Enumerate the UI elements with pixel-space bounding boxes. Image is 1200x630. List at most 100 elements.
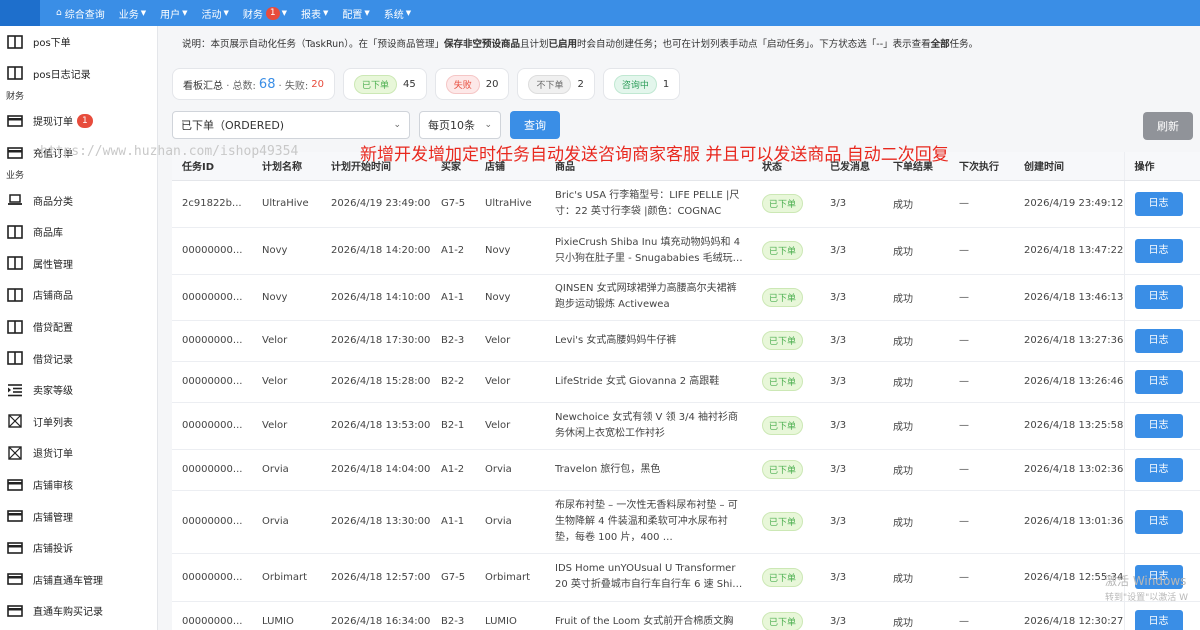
sidebar-item-label: 退货订单	[33, 449, 73, 461]
sidebar-item[interactable]: pos日志记录	[0, 58, 157, 90]
sidebar-item-label: 卖家等级	[33, 386, 73, 398]
caret-down-icon: ▼	[323, 9, 329, 17]
table-row: 2c91822b... UltraHive 2026/4/19 23:49:00 G7…	[172, 180, 1200, 228]
page-size-select[interactable]: 每页10条 ⌄	[419, 111, 501, 139]
sidebar-item[interactable]: 属性管理	[0, 248, 157, 280]
cell-created: 2026/4/19 23:49:12	[1014, 180, 1124, 228]
sidebar-item[interactable]: 退货订单	[0, 437, 157, 469]
cell-buyer: B2-3	[431, 601, 475, 630]
cell-product: Levi's 女式高腰妈妈牛仔裤	[545, 320, 752, 362]
status-count-box[interactable]: 咨询中 1	[602, 68, 681, 100]
table-row: 00000000... Orvia 2026/4/18 14:04:00 A1-2 Or…	[172, 449, 1200, 491]
stats-bar: 看板汇总 · 总数: 68 · 失败: 20 已下单 45 失败 20 不下单 2 咨询中 1	[172, 68, 688, 100]
sidebar-item[interactable]: 店铺直通车管理	[0, 564, 157, 596]
window-icon	[6, 34, 24, 49]
overlay-announcement: 新增开发增加定时任务自动发送咨询商家客服 并且可以发送商品 自动二次回复	[360, 145, 949, 165]
sidebar-item[interactable]: 商品库	[0, 216, 157, 248]
cell-start: 2026/4/18 13:30:00	[321, 490, 431, 554]
cell-next: —	[949, 449, 1014, 491]
sidebar-item[interactable]: 店铺审核	[0, 469, 157, 501]
status-select[interactable]: 已下单（ORDERED) ⌄	[172, 111, 410, 139]
cell-product: Newchoice 女式有领 V 领 3/4 袖衬衫商务休闲上衣宽松工作衬衫	[545, 402, 752, 450]
cell-product: Bric's USA 行李箱型号：LIFE PELLE |尺寸：22 英寸行李袋…	[545, 180, 752, 228]
sidebar-item[interactable]: 提现订单 1	[0, 105, 157, 137]
topnav-item-7[interactable]: 系统 ▼	[384, 6, 411, 21]
cell-plan: Novy	[252, 227, 321, 275]
cell-start: 2026/4/18 14:20:00	[321, 227, 431, 275]
cell-result: 成功	[883, 180, 949, 228]
status-count: 45	[402, 78, 416, 90]
sidebar-item[interactable]: 直通车购买记录	[0, 595, 157, 627]
cell-created: 2026/4/18 13:02:36	[1014, 449, 1124, 491]
status-count-box[interactable]: 已下单 45	[342, 68, 427, 100]
topnav-item-4[interactable]: 财务 1 ▼	[243, 6, 287, 21]
watermark-url: https://www.huzhan.com/ishop49354	[40, 144, 299, 159]
sidebar-item[interactable]: 借贷配置	[0, 311, 157, 343]
cell-id: 00000000...	[172, 227, 252, 275]
cell-result: 成功	[883, 553, 949, 602]
topnav-item-5[interactable]: 报表 ▼	[301, 6, 328, 21]
cell-buyer: A1-1	[431, 490, 475, 554]
cell-status: 已下单	[752, 274, 820, 321]
cell-next: —	[949, 402, 1014, 450]
log-button[interactable]: 日志	[1134, 457, 1183, 482]
log-button[interactable]: 日志	[1134, 328, 1183, 353]
column-header: 下次执行	[949, 152, 1014, 181]
cell-plan: Novy	[252, 274, 321, 321]
log-button[interactable]: 日志	[1134, 609, 1183, 630]
table-row: 00000000... Velor 2026/4/18 13:53:00 B2-1 Ve…	[172, 402, 1200, 450]
cell-action: 日志	[1123, 227, 1200, 275]
sidebar-item[interactable]: 借贷记录	[0, 342, 157, 374]
cell-next: —	[949, 320, 1014, 362]
topnav-label: 系统	[383, 9, 404, 21]
log-button[interactable]: 日志	[1134, 238, 1183, 263]
log-button[interactable]: 日志	[1134, 509, 1183, 534]
sidebar-item[interactable]: 店铺管理	[0, 500, 157, 532]
topnav-item-0[interactable]: ⌂ 综合查询	[56, 6, 105, 21]
window-icon	[6, 224, 24, 239]
topnav-item-6[interactable]: 配置 ▼	[342, 6, 369, 21]
cell-buyer: G7-5	[431, 553, 475, 602]
log-button[interactable]: 日志	[1134, 413, 1183, 438]
card-icon	[6, 146, 24, 160]
topnav-item-2[interactable]: 用户 ▼	[160, 6, 187, 21]
log-button[interactable]: 日志	[1134, 369, 1183, 394]
window-icon	[6, 319, 24, 334]
sidebar-item[interactable]: 店铺投诉	[0, 532, 157, 564]
cell-start: 2026/4/19 23:49:00	[321, 180, 431, 228]
table-row: 00000000... LUMIO 2026/4/18 16:34:00 B2-3 LU…	[172, 601, 1200, 630]
status-tag: 已下单	[762, 612, 804, 630]
sidebar-item[interactable]: 商品分类	[0, 184, 157, 216]
notice-bold-3: 全部	[930, 39, 950, 50]
top-navbar: ⌂ 综合查询 业务 ▼ 用户 ▼ 活动 ▼ 财务 1 ▼ 报表 ▼ 配置 ▼ 系统 ▼	[0, 0, 1200, 26]
sidebar-group-label: 财务	[6, 92, 25, 103]
cell-product: QINSEN 女式网球裙弹力高腰高尔夫裙裤跑步运动锻炼 Activewea	[545, 274, 752, 321]
refresh-button[interactable]: 刷新	[1143, 112, 1193, 140]
cell-start: 2026/4/18 14:10:00	[321, 274, 431, 321]
sidebar-item[interactable]: 店铺商品	[0, 279, 157, 311]
cell-created: 2026/4/18 13:26:46	[1014, 361, 1124, 403]
topnav-item-3[interactable]: 活动 ▼	[202, 6, 229, 21]
sidebar-item[interactable]: 卖家等级	[0, 374, 157, 406]
status-tag: 已下单	[762, 287, 804, 307]
notice-text: 说明：本页展示自动化任务（TaskRun）。在「预设商品管理」保存非空预设商品且…	[172, 34, 1200, 56]
total-count: 68	[258, 76, 276, 92]
cell-shop: Novy	[475, 227, 545, 275]
status-count-box[interactable]: 失败 20	[434, 68, 510, 100]
sidebar-item[interactable]: 订单列表	[0, 406, 157, 438]
notification-badge: 1	[265, 6, 280, 20]
table-row: 00000000... Orbimart 2026/4/18 12:57:00 G7-…	[172, 553, 1200, 602]
topnav-label: 配置	[342, 9, 363, 21]
status-count-box[interactable]: 不下单 2	[517, 68, 595, 100]
log-button[interactable]: 日志	[1134, 191, 1183, 216]
cell-status: 已下单	[752, 601, 820, 630]
sidebar-item[interactable]: pos下单	[0, 26, 157, 58]
sidebar-item-label: 店铺投诉	[33, 544, 73, 556]
cell-id: 00000000...	[172, 553, 252, 602]
topnav-item-1[interactable]: 业务 ▼	[119, 6, 146, 21]
query-button[interactable]: 查询	[510, 111, 560, 139]
cell-shop: UltraHive	[475, 180, 545, 228]
summary-label: 看板汇总	[183, 80, 223, 92]
log-button[interactable]: 日志	[1134, 285, 1183, 309]
sidebar-item-label: 属性管理	[33, 259, 73, 271]
